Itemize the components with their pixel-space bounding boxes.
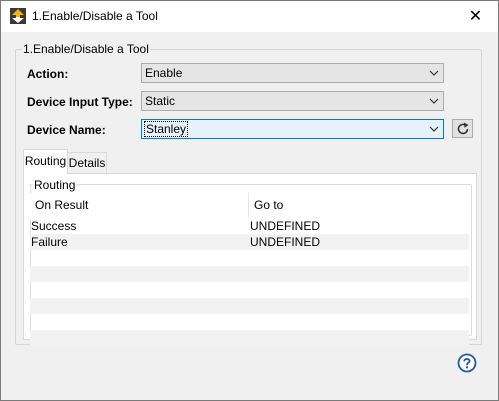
device-input-type-label: Device Input Type: — [27, 95, 133, 109]
empty-row — [30, 282, 469, 298]
device-input-type-value: Static — [145, 94, 176, 108]
go-to-cell: UNDEFINED — [250, 235, 321, 249]
empty-row — [30, 250, 469, 266]
empty-row — [30, 298, 469, 314]
device-name-label: Device Name: — [27, 123, 106, 137]
table-row[interactable]: Success UNDEFINED — [30, 218, 469, 234]
tab-details[interactable]: Details — [67, 152, 107, 175]
tab-routing[interactable]: Routing — [23, 149, 68, 174]
chevron-down-icon — [429, 70, 439, 76]
chevron-down-icon — [429, 98, 439, 104]
empty-row — [30, 314, 469, 330]
column-header-on-result[interactable]: On Result — [30, 193, 249, 218]
routing-legend: Routing — [33, 178, 77, 192]
on-result-cell: Failure — [31, 235, 68, 249]
action-value: Enable — [145, 66, 183, 80]
group-legend: 1.Enable/Disable a Tool — [22, 42, 150, 56]
empty-row — [30, 330, 469, 345]
title-bar: 1.Enable/Disable a Tool ✕ — [1, 1, 498, 32]
device-input-type-dropdown[interactable]: Static — [141, 91, 444, 111]
table-row[interactable]: Failure UNDEFINED — [30, 234, 469, 250]
empty-row — [30, 266, 469, 282]
window-title: 1.Enable/Disable a Tool — [32, 9, 158, 23]
device-name-value: Stanley — [143, 121, 189, 137]
app-icon — [10, 8, 26, 24]
action-label: Action: — [27, 67, 69, 81]
on-result-cell: Success — [31, 219, 77, 233]
device-name-dropdown[interactable]: Stanley — [141, 119, 444, 139]
action-dropdown[interactable]: Enable — [141, 63, 444, 83]
go-to-cell: UNDEFINED — [250, 219, 321, 233]
column-header-go-to[interactable]: Go to — [249, 193, 469, 218]
help-icon[interactable] — [457, 353, 477, 373]
close-icon[interactable]: ✕ — [453, 1, 498, 32]
refresh-button[interactable] — [452, 119, 473, 138]
dialog-window: 1.Enable/Disable a Tool ✕ 1.Enable/Disab… — [0, 0, 499, 401]
refresh-icon — [457, 122, 469, 135]
chevron-down-icon — [429, 126, 439, 132]
